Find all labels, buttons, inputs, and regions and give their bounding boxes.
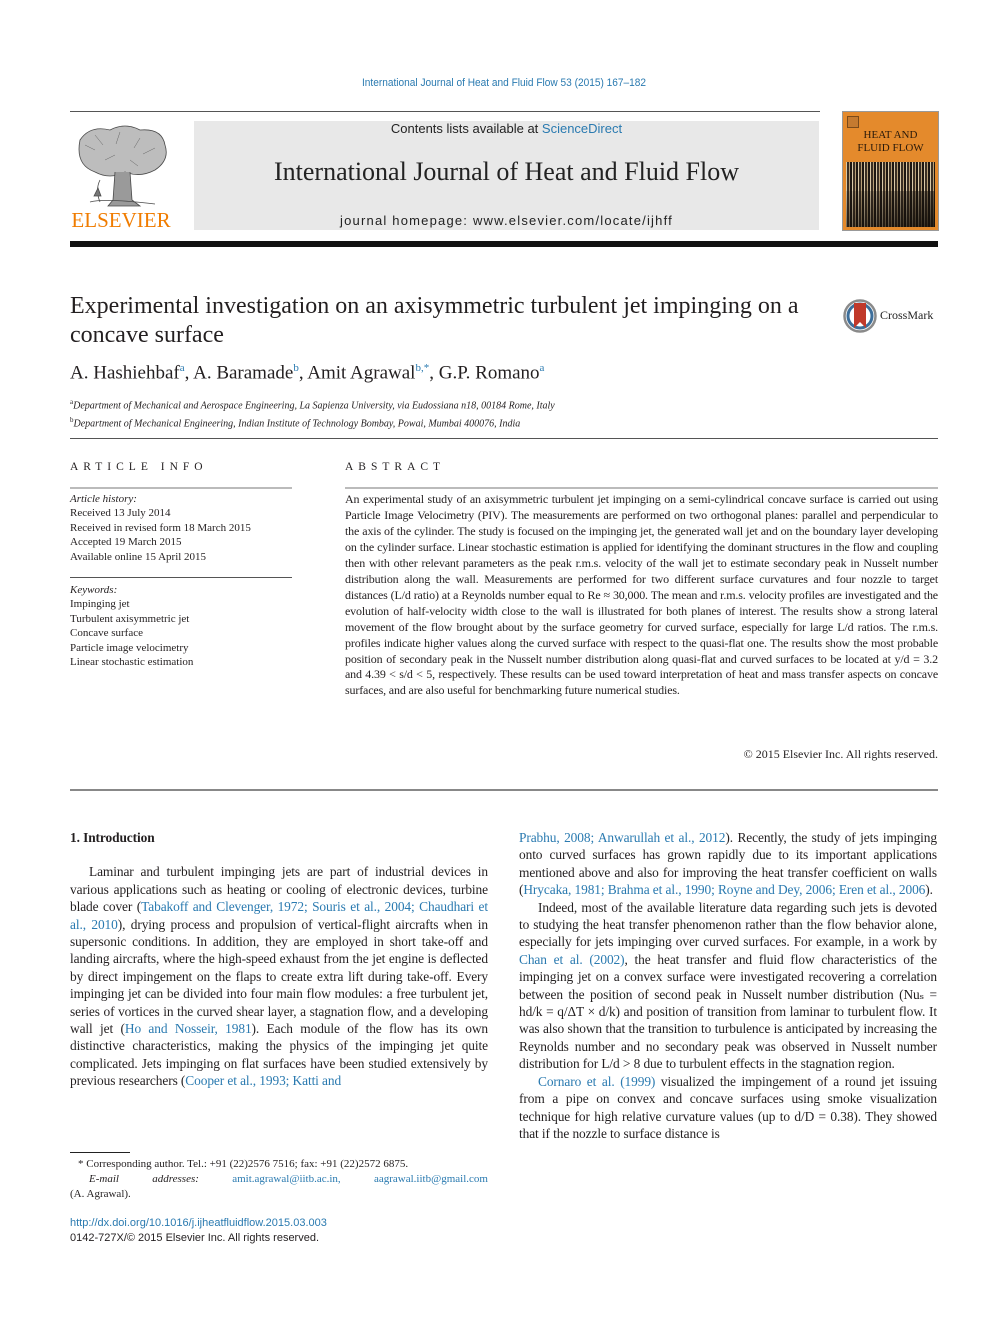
email-label: E-mail	[89, 1173, 119, 1185]
keyword-item: Concave surface	[70, 627, 143, 640]
cover-title-line1: HEAT AND	[863, 129, 918, 141]
article-title: Experimental investigation on an axisymm…	[70, 293, 799, 348]
email-line: E-mail addresses: amit.agrawal@iitb.ac.i…	[70, 1172, 488, 1187]
homepage-line: journal homepage: www.elsevier.com/locat…	[194, 213, 819, 228]
crossmark-button[interactable]: CrossMark	[843, 298, 943, 334]
cover-publisher-icon	[847, 116, 859, 128]
divider	[70, 577, 292, 578]
affiliation-text: Department of Mechanical Engineering, In…	[73, 418, 521, 430]
divider	[70, 789, 938, 791]
author-affiliation-mark[interactable]: b	[293, 362, 299, 374]
citation-link[interactable]: Cornaro et al. (1999)	[538, 1074, 655, 1089]
abstract-heading: ABSTRACT	[345, 461, 446, 473]
contents-prefix: Contents lists available at	[390, 121, 542, 136]
author-name: Amit Agrawal	[307, 362, 416, 384]
cover-image	[846, 162, 935, 227]
keywords-label: Keywords:	[70, 584, 118, 596]
history-label: Article history:	[70, 493, 137, 505]
history-item: Received 13 July 2014	[70, 507, 171, 520]
top-divider	[70, 111, 820, 112]
paragraph-text: , the heat transfer and fluid flow chara…	[519, 951, 937, 1072]
journal-title: International Journal of Heat and Fluid …	[273, 157, 740, 186]
journal-citation-link[interactable]: International Journal of Heat and Fluid …	[40, 77, 967, 89]
paragraph-text: Indeed, most of the available literature…	[519, 899, 937, 950]
divider	[70, 487, 292, 489]
keywords: Keywords: Impinging jet Turbulent axisym…	[70, 583, 193, 669]
body-column-left: 1. Introduction Laminar and turbulent im…	[70, 829, 488, 1090]
body-paragraph: Laminar and turbulent impinging jets are…	[70, 863, 488, 1089]
contents-line: Contents lists available at ScienceDirec…	[194, 121, 819, 136]
history-item: Accepted 19 March 2015	[70, 536, 182, 549]
author-name: G.P. Romano	[438, 362, 540, 384]
crossmark-label: CrossMark	[880, 308, 934, 322]
homepage-link[interactable]: www.elsevier.com/locate/ijhff	[473, 213, 673, 228]
email-link[interactable]: aagrawal.iitb@gmail.com	[374, 1172, 488, 1187]
email-link[interactable]: amit.agrawal@iitb.ac.in,	[232, 1172, 340, 1187]
email-owner: (A. Agrawal).	[70, 1188, 131, 1200]
author-affiliation-mark[interactable]: a	[540, 362, 545, 374]
body-paragraph: Prabhu, 2008; Anwarullah et al., 2012). …	[519, 829, 937, 899]
citation-link[interactable]: Chan et al. (2002)	[519, 952, 625, 967]
footnote-divider	[70, 1152, 130, 1153]
author-affiliation-mark[interactable]: b,*	[415, 362, 429, 374]
affiliation-item: bDepartment of Mechanical Engineering, I…	[70, 413, 555, 431]
citation-link[interactable]: Hrycaka, 1981; Brahma et al., 1990; Royn…	[523, 882, 925, 897]
divider	[345, 487, 938, 489]
homepage-prefix: journal homepage:	[340, 213, 473, 228]
citation-link[interactable]: Prabhu, 2008; Anwarullah et al., 2012	[519, 830, 725, 845]
affiliation-text: Department of Mechanical and Aerospace E…	[73, 400, 555, 412]
keyword-item: Turbulent axisymmetric jet	[70, 612, 190, 625]
divider	[70, 438, 938, 439]
body-paragraph: Indeed, most of the available literature…	[519, 899, 937, 1073]
crossmark-icon	[843, 299, 877, 333]
sciencedirect-link[interactable]: ScienceDirect	[542, 121, 622, 136]
email-label: addresses:	[152, 1173, 199, 1185]
article-info-heading: ARTICLE INFO	[70, 461, 208, 473]
footnote: * Corresponding author. Tel.: +91 (22)25…	[70, 1157, 488, 1202]
cover-title-line2: FLUID FLOW	[857, 142, 924, 154]
cover-title: HEAT AND FLUID FLOW	[843, 129, 938, 155]
keyword-item: Impinging jet	[70, 598, 130, 611]
journal-banner: Contents lists available at ScienceDirec…	[194, 121, 819, 230]
citation-link[interactable]: Cooper et al., 1993; Katti and	[185, 1073, 341, 1088]
article-history: Article history: Received 13 July 2014 R…	[70, 492, 251, 564]
body-column-right: Prabhu, 2008; Anwarullah et al., 2012). …	[519, 829, 937, 1142]
affiliation-item: aDepartment of Mechanical and Aerospace …	[70, 395, 555, 413]
body-paragraph: Cornaro et al. (1999) visualized the imp…	[519, 1073, 937, 1143]
affiliations: aDepartment of Mechanical and Aerospace …	[70, 395, 555, 432]
doi-block: http://dx.doi.org/10.1016/j.ijheatfluidf…	[70, 1216, 327, 1246]
citation-link[interactable]: Ho and Nosseir, 1981	[125, 1021, 252, 1036]
journal-cover-thumbnail[interactable]: HEAT AND FLUID FLOW	[842, 111, 939, 231]
history-item: Received in revised form 18 March 2015	[70, 521, 251, 534]
header-thick-divider	[70, 241, 938, 247]
keyword-item: Linear stochastic estimation	[70, 656, 194, 669]
author-name: A. Baramade	[193, 362, 294, 384]
keyword-item: Particle image velocimetry	[70, 641, 189, 654]
doi-link[interactable]: http://dx.doi.org/10.1016/j.ijheatfluidf…	[70, 1216, 327, 1231]
abstract-copyright: © 2015 Elsevier Inc. All rights reserved…	[743, 747, 938, 761]
paragraph-text: ), drying process and propulsion of vert…	[70, 916, 488, 1037]
author-affiliation-mark[interactable]: a	[180, 362, 185, 374]
elsevier-wordmark[interactable]: ELSEVIER	[70, 208, 172, 233]
history-item: Available online 15 April 2015	[70, 550, 207, 563]
paragraph-text: ).	[925, 882, 933, 898]
author-list: A. Hashiehbafa, A. Baramadeb, Amit Agraw…	[70, 362, 545, 384]
corresponding-author-note: * Corresponding author. Tel.: +91 (22)25…	[78, 1158, 409, 1170]
author-name: A. Hashiehbaf	[70, 362, 180, 384]
abstract-text: An experimental study of an axisymmetric…	[345, 492, 938, 698]
issn-copyright: 0142-727X/© 2015 Elsevier Inc. All right…	[70, 1232, 320, 1244]
section-heading: 1. Introduction	[70, 830, 155, 845]
